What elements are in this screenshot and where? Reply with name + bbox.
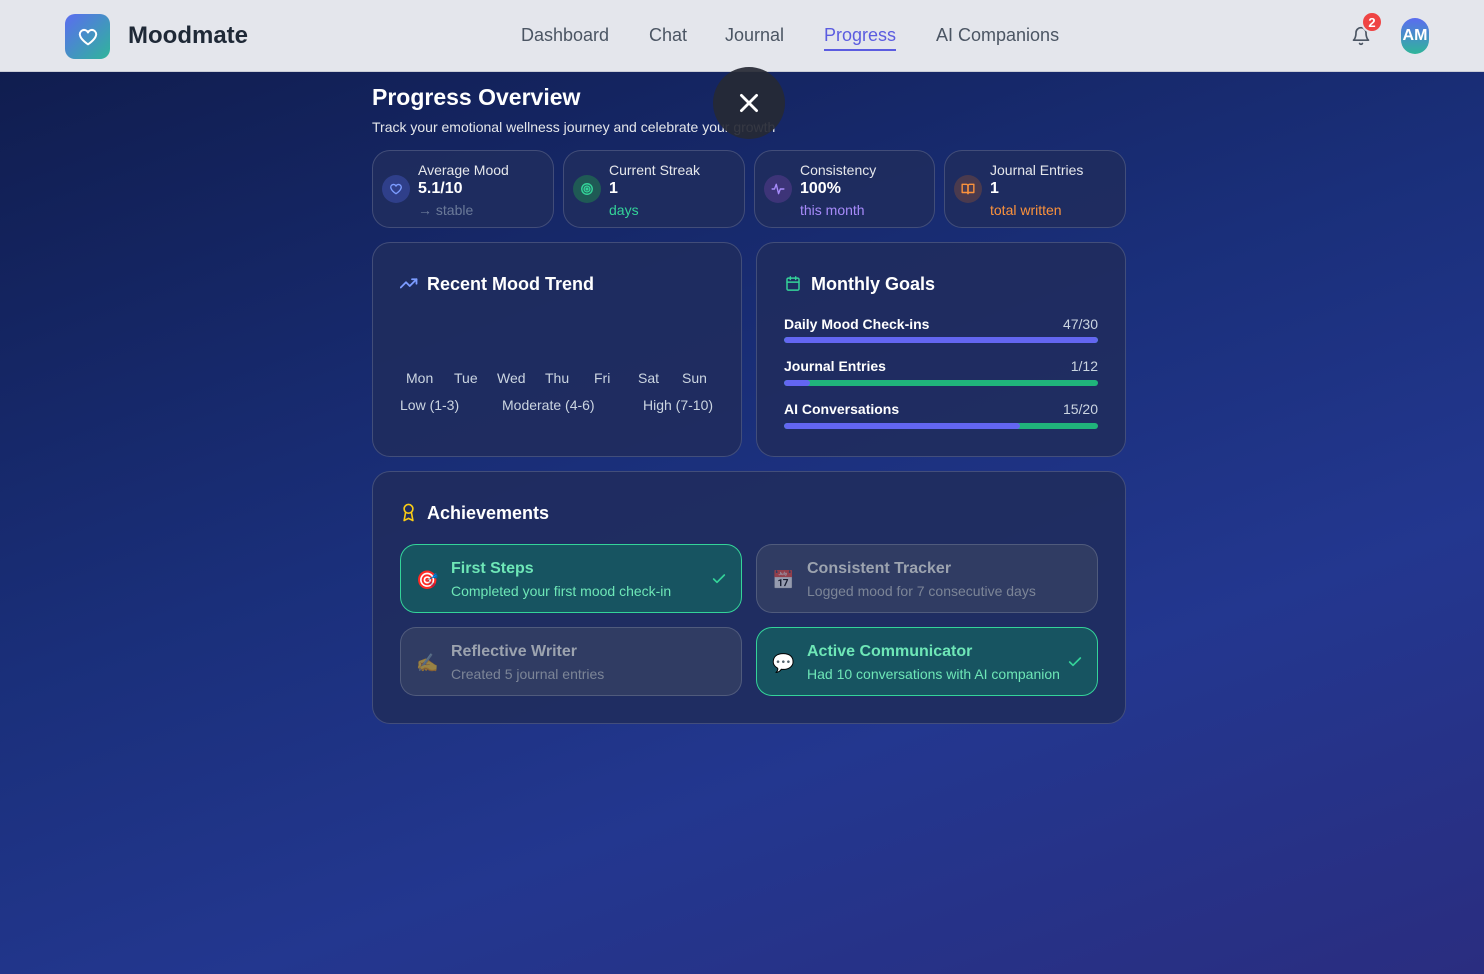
achievement-desc: Logged mood for 7 consecutive days [807, 583, 1036, 599]
app-name: Moodmate [128, 22, 248, 49]
day-label: Sun [682, 370, 707, 386]
monthly-goals-title: Monthly Goals [811, 274, 936, 294]
close-icon [740, 94, 758, 112]
stat-subtext: total written [990, 202, 1062, 218]
day-label: Wed [497, 370, 526, 386]
check-icon [712, 574, 726, 584]
target-icon [573, 175, 601, 203]
stat-card-journal-entries: Journal Entries 1 total written [944, 150, 1126, 228]
writing-hand-emoji-icon: ✍️ [416, 653, 439, 673]
achievement-desc: Had 10 conversations with AI companion [807, 666, 1060, 682]
top-navbar: Moodmate Dashboard Chat Journal Progress… [0, 0, 1484, 72]
page-subtitle: Track your emotional wellness journey an… [372, 119, 776, 135]
stat-value: 1 [609, 180, 618, 197]
nav-progress[interactable]: Progress [824, 25, 897, 51]
legend-moderate: Moderate (4-6) [502, 397, 595, 413]
achievements-title: Achievements [427, 503, 550, 523]
achievement-active-communicator[interactable]: 💬 Active Communicator Had 10 conversatio… [756, 627, 1098, 696]
book-icon [954, 175, 982, 203]
goal-value: 1/12 [1070, 358, 1098, 374]
legend-high: High (7-10) [643, 397, 714, 413]
speech-bubble-emoji-icon: 💬 [772, 653, 795, 673]
achievement-name: First Steps [451, 560, 534, 577]
award-icon [403, 503, 414, 522]
goal-name: Daily Mood Check-ins [784, 316, 930, 332]
achievement-first-steps[interactable]: 🎯 First Steps Completed your first mood … [400, 544, 742, 613]
goal-name: Journal Entries [784, 358, 886, 374]
achievement-reflective-writer[interactable]: ✍️ Reflective Writer Created 5 journal e… [400, 627, 742, 696]
stat-subtext: days [609, 202, 639, 218]
stat-label: Journal Entries [990, 162, 1084, 178]
page-title: Progress Overview [372, 84, 581, 110]
nav-ai-companions[interactable]: AI Companions [936, 25, 1059, 46]
nav-chat[interactable]: Chat [649, 25, 687, 46]
goal-progress-bar [784, 380, 1098, 386]
activity-icon [764, 175, 792, 203]
heart-icon [78, 28, 97, 45]
stat-card-consistency: Consistency 100% this month [754, 150, 935, 228]
calendar-emoji-icon: 📅 [772, 570, 795, 590]
achievement-name: Active Communicator [807, 643, 973, 660]
goal-progress-fill [784, 380, 811, 386]
stat-label: Consistency [800, 162, 877, 178]
goal-progress-bar [784, 337, 1098, 343]
trending-up-icon [400, 278, 418, 289]
stat-label: Average Mood [418, 162, 509, 178]
stat-label: Current Streak [609, 162, 701, 178]
day-label: Mon [406, 370, 434, 386]
legend-low: Low (1-3) [400, 397, 460, 413]
goal-value: 15/20 [1062, 401, 1098, 417]
achievement-name: Reflective Writer [451, 643, 577, 660]
day-label: Sat [638, 370, 660, 386]
stat-value: 5.1/10 [418, 180, 463, 197]
goal-name: AI Conversations [784, 401, 900, 417]
nav-dashboard[interactable]: Dashboard [521, 25, 609, 46]
goal-progress-fill [784, 337, 1098, 343]
day-label: Thu [545, 370, 570, 386]
achievement-consistent-tracker[interactable]: 📅 Consistent Tracker Logged mood for 7 c… [756, 544, 1098, 613]
nav-journal[interactable]: Journal [725, 25, 784, 46]
goal-progress-bar [784, 423, 1098, 429]
target-emoji-icon: 🎯 [416, 570, 439, 590]
user-avatar[interactable]: AM [1401, 18, 1429, 54]
day-label: Fri [594, 370, 611, 386]
stat-subtext: this month [800, 202, 865, 218]
achievement-desc: Completed your first mood check-in [451, 583, 672, 599]
stat-value: 100% [800, 180, 841, 197]
day-label: Tue [454, 370, 478, 386]
app-logo[interactable] [65, 14, 110, 59]
stat-subtext: → stable [418, 202, 474, 218]
notification-badge: 2 [1361, 11, 1383, 33]
stat-card-current-streak: Current Streak 1 days [563, 150, 745, 228]
calendar-icon [786, 276, 800, 291]
goal-progress-fill [784, 423, 1020, 429]
goal-value: 47/30 [1062, 316, 1098, 332]
achievement-name: Consistent Tracker [807, 560, 952, 577]
mood-trend-title: Recent Mood Trend [427, 274, 595, 294]
stat-card-average-mood: Average Mood 5.1/10 → stable [372, 150, 554, 228]
achievement-desc: Created 5 journal entries [451, 666, 605, 682]
check-icon [1068, 657, 1082, 667]
close-button[interactable] [713, 67, 785, 139]
stat-value: 1 [990, 180, 999, 197]
heart-icon [382, 175, 410, 203]
